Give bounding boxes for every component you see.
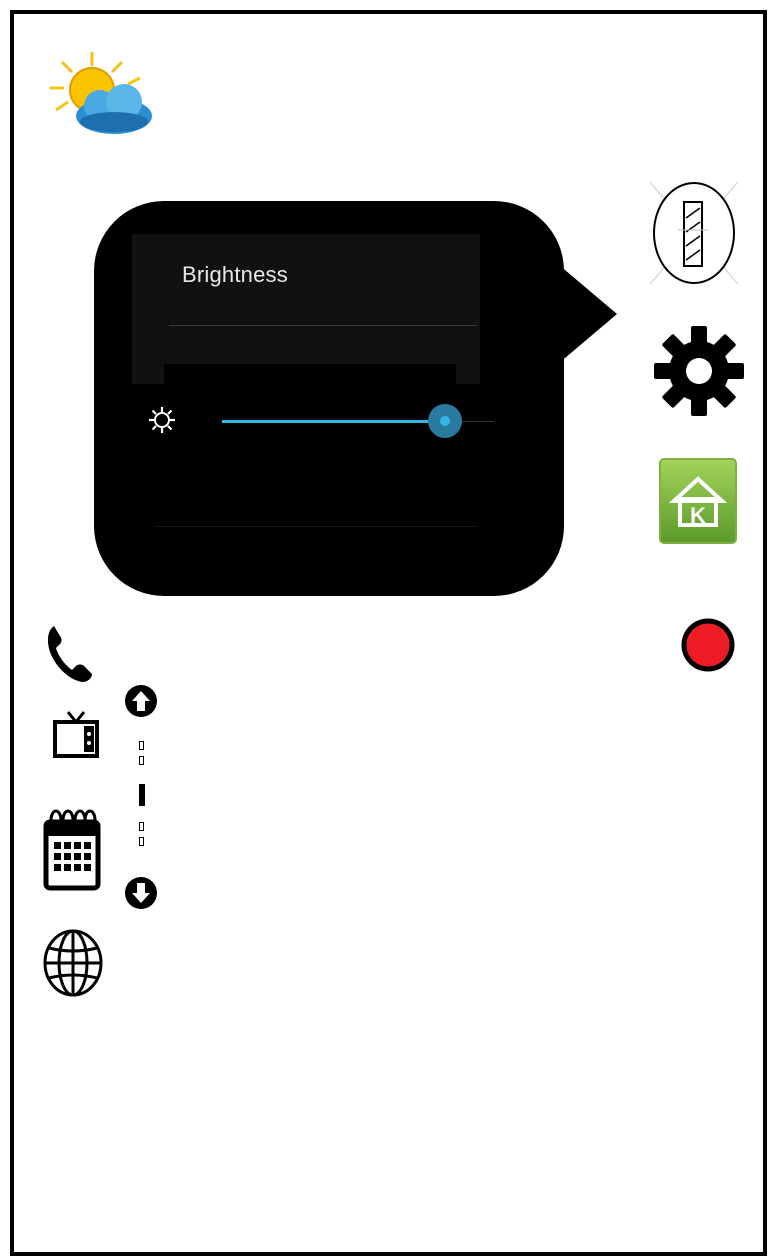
calendar-icon[interactable]	[42, 806, 102, 892]
scroll-dot	[139, 822, 144, 831]
popup-pointer	[552, 259, 617, 369]
scroll-dot	[139, 837, 144, 846]
weather-icon[interactable]	[42, 48, 158, 140]
title-divider	[169, 325, 477, 326]
scroll-dot	[139, 756, 144, 765]
brightness-slider-thumb[interactable]	[428, 404, 462, 438]
dialog-header	[132, 234, 480, 384]
dialog-body	[164, 364, 456, 534]
brightness-slider-fill[interactable]	[222, 420, 444, 423]
scroll-down-icon[interactable]	[124, 876, 158, 910]
bottom-divider	[156, 526, 476, 527]
scroll-dot-active	[139, 784, 145, 806]
green-app-icon[interactable]: K	[658, 457, 738, 545]
phone-icon[interactable]	[44, 620, 94, 684]
svg-text:K: K	[690, 503, 706, 528]
scroll-dot	[139, 741, 144, 750]
screen-frame: Brightness K	[10, 10, 767, 1256]
tv-icon[interactable]	[52, 710, 100, 760]
flashlight-icon[interactable]	[644, 178, 744, 288]
dialog-title: Brightness	[182, 262, 288, 287]
scroll-up-icon[interactable]	[124, 684, 158, 718]
brightness-icon	[148, 406, 176, 434]
settings-gear-icon[interactable]	[652, 324, 746, 418]
record-icon[interactable]	[680, 617, 736, 673]
globe-icon[interactable]	[42, 928, 104, 998]
